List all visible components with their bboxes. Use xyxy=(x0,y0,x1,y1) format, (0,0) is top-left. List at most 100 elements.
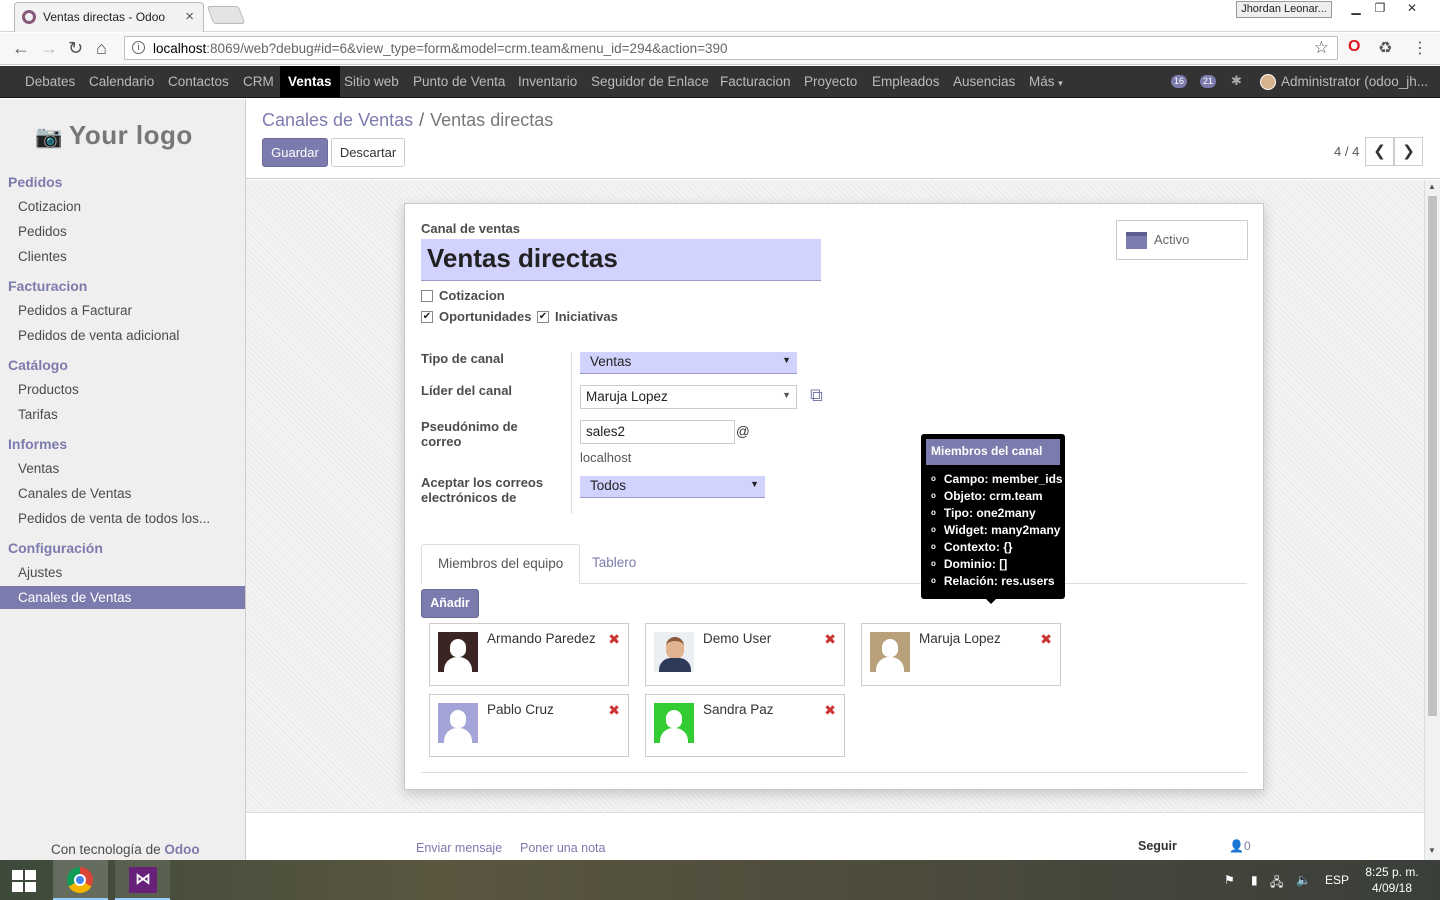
forward-icon[interactable]: → xyxy=(40,38,58,59)
menu-inventario[interactable]: Inventario xyxy=(510,66,585,97)
odoo-link[interactable]: Odoo xyxy=(164,842,199,857)
recycle-extension-icon[interactable]: ♻ xyxy=(1378,38,1392,58)
user-menu[interactable]: Administrator (odoo_jh... xyxy=(1260,66,1428,97)
tab-tablero[interactable]: Tablero xyxy=(576,544,652,584)
activities-badge[interactable]: 21 xyxy=(1200,75,1217,88)
member-card[interactable]: Maruja Lopez ✖ xyxy=(861,623,1061,686)
log-note-link[interactable]: Poner una nota xyxy=(520,841,606,855)
sidebar-item-canales-de-ventas[interactable]: Canales de Ventas xyxy=(0,586,245,609)
sidebar-item-pedidos-venta-adicional[interactable]: Pedidos de venta adicional xyxy=(0,324,245,347)
info-icon[interactable]: i xyxy=(132,41,145,54)
leader-input[interactable]: Maruja Lopez ▼ xyxy=(580,385,797,409)
bookmark-star-icon[interactable]: ☆ xyxy=(1314,38,1329,58)
discard-button[interactable]: Descartar xyxy=(331,138,405,167)
menu-punto-de-venta[interactable]: Punto de Venta xyxy=(405,66,513,97)
accept-emails-select[interactable]: Todos ▼ xyxy=(580,476,765,498)
taskbar-chrome[interactable] xyxy=(53,860,108,900)
remove-icon[interactable]: ✖ xyxy=(824,631,836,648)
browser-menu-icon[interactable]: ⋮ xyxy=(1412,38,1428,58)
menu-debates[interactable]: Debates xyxy=(17,66,83,97)
menu-seguidor-de-enlace[interactable]: Seguidor de Enlace xyxy=(583,66,717,97)
archive-toggle-button[interactable]: Activo xyxy=(1116,220,1248,260)
browser-tab[interactable]: Ventas directas - Odoo × xyxy=(14,2,204,32)
sidebar-item-clientes[interactable]: Clientes xyxy=(0,245,245,268)
menu-sitio-web[interactable]: Sitio web xyxy=(336,66,407,97)
pager-next-button[interactable]: ❯ xyxy=(1394,137,1423,166)
remove-icon[interactable]: ✖ xyxy=(1040,631,1052,648)
home-icon[interactable]: ⌂ xyxy=(96,38,107,59)
menu-facturacion[interactable]: Facturacion xyxy=(712,66,799,97)
tooltip-line: Campo: member_ids xyxy=(931,472,1063,489)
sidebar-section-facturacion[interactable]: Facturacion xyxy=(8,278,87,294)
close-window-icon[interactable]: ✕ xyxy=(1400,1,1424,17)
alias-input[interactable]: sales2 xyxy=(580,420,735,444)
messages-badge[interactable]: 16 xyxy=(1171,75,1188,88)
scroll-down-icon[interactable]: ▼ xyxy=(1428,846,1436,855)
sidebar-item-informe-ventas[interactable]: Ventas xyxy=(0,457,245,480)
close-tab-icon[interactable]: × xyxy=(185,8,194,25)
network-icon[interactable]: 🖧 xyxy=(1270,873,1283,894)
flag-icon[interactable]: ⚑ xyxy=(1224,873,1235,887)
cotizacion-checkbox[interactable] xyxy=(421,290,433,302)
sidebar-item-ajustes[interactable]: Ajustes xyxy=(0,561,245,584)
language-indicator[interactable]: ESP xyxy=(1325,873,1349,887)
menu-contactos[interactable]: Contactos xyxy=(160,66,237,97)
sidebar-section-configuracion[interactable]: Configuración xyxy=(8,540,103,556)
sidebar-section-catalogo[interactable]: Catálogo xyxy=(8,357,68,373)
oportunidades-checkbox[interactable]: ✔ xyxy=(421,311,433,323)
main-scrollbar[interactable]: ▲ ▼ xyxy=(1424,180,1440,860)
external-link-icon[interactable]: ⧉ xyxy=(810,385,823,406)
restore-icon[interactable]: ❐ xyxy=(1368,1,1392,17)
taskbar-clock[interactable]: 8:25 p. m. 4/09/18 xyxy=(1360,864,1424,896)
member-card[interactable]: Demo User ✖ xyxy=(645,623,845,686)
back-icon[interactable]: ← xyxy=(12,38,30,59)
remove-icon[interactable]: ✖ xyxy=(608,702,620,719)
send-message-link[interactable]: Enviar mensaje xyxy=(416,841,502,855)
scroll-up-icon[interactable]: ▲ xyxy=(1428,182,1436,191)
pager-value[interactable]: 4 / 4 xyxy=(1334,144,1359,159)
new-tab-button[interactable] xyxy=(206,6,246,24)
opera-extension-icon[interactable]: O xyxy=(1348,38,1360,56)
sidebar-item-informe-canales[interactable]: Canales de Ventas xyxy=(0,482,245,505)
pager-previous-button[interactable]: ❮ xyxy=(1365,137,1394,166)
save-button[interactable]: Guardar xyxy=(262,138,328,167)
sidebar-item-productos[interactable]: Productos xyxy=(0,378,245,401)
scrollbar-thumb[interactable] xyxy=(1428,196,1437,716)
sidebar-item-pedidos-a-facturar[interactable]: Pedidos a Facturar xyxy=(0,299,245,322)
remove-icon[interactable]: ✖ xyxy=(824,702,836,719)
follow-button[interactable]: Seguir xyxy=(1138,839,1177,853)
sidebar-section-pedidos[interactable]: Pedidos xyxy=(8,174,62,190)
sidebar-item-pedidos[interactable]: Pedidos xyxy=(0,220,245,243)
sidebar-item-pedidos-todos[interactable]: Pedidos de venta de todos los... xyxy=(0,507,245,530)
battery-icon[interactable]: ▮ xyxy=(1251,873,1258,887)
iniciativas-checkbox[interactable]: ✔ xyxy=(537,311,549,323)
member-card[interactable]: Sandra Paz ✖ xyxy=(645,694,845,757)
sidebar-section-informes[interactable]: Informes xyxy=(8,436,67,452)
reload-icon[interactable]: ↻ xyxy=(68,38,83,59)
menu-empleados[interactable]: Empleados xyxy=(864,66,948,97)
debug-bug-icon[interactable]: ✱ xyxy=(1231,73,1242,89)
breadcrumb-parent[interactable]: Canales de Ventas xyxy=(262,110,413,130)
menu-mas[interactable]: Más ▼ xyxy=(1021,66,1072,97)
followers-count[interactable]: 👤0 xyxy=(1229,839,1251,853)
windows-start-icon[interactable] xyxy=(12,870,36,892)
remove-icon[interactable]: ✖ xyxy=(608,631,620,648)
menu-proyecto[interactable]: Proyecto xyxy=(796,66,865,97)
volume-icon[interactable]: 🔈 xyxy=(1296,873,1311,887)
member-card[interactable]: Pablo Cruz ✖ xyxy=(429,694,629,757)
menu-crm[interactable]: CRM xyxy=(235,66,282,97)
channel-name-input[interactable]: Ventas directas xyxy=(421,239,821,281)
sidebar-item-cotizacion[interactable]: Cotizacion xyxy=(0,195,245,218)
member-card[interactable]: Armando Paredez ✖ xyxy=(429,623,629,686)
tab-miembros[interactable]: Miembros del equipo xyxy=(421,544,581,584)
channel-type-select[interactable]: Ventas ▼ xyxy=(580,352,797,374)
sidebar-item-tarifas[interactable]: Tarifas xyxy=(0,403,245,426)
minimize-icon[interactable]: ▁ xyxy=(1344,1,1368,17)
menu-ventas[interactable]: Ventas xyxy=(280,66,340,97)
window-user-badge[interactable]: Jhordan Leonar... xyxy=(1236,1,1332,18)
add-member-button[interactable]: Añadir xyxy=(421,589,479,618)
url-bar[interactable]: i localhost:8069/web?debug#id=6&view_typ… xyxy=(124,36,1338,60)
menu-ausencias[interactable]: Ausencias xyxy=(945,66,1023,97)
menu-calendario[interactable]: Calendario xyxy=(81,66,162,97)
taskbar-visual-studio[interactable]: ⋈ xyxy=(115,860,170,900)
